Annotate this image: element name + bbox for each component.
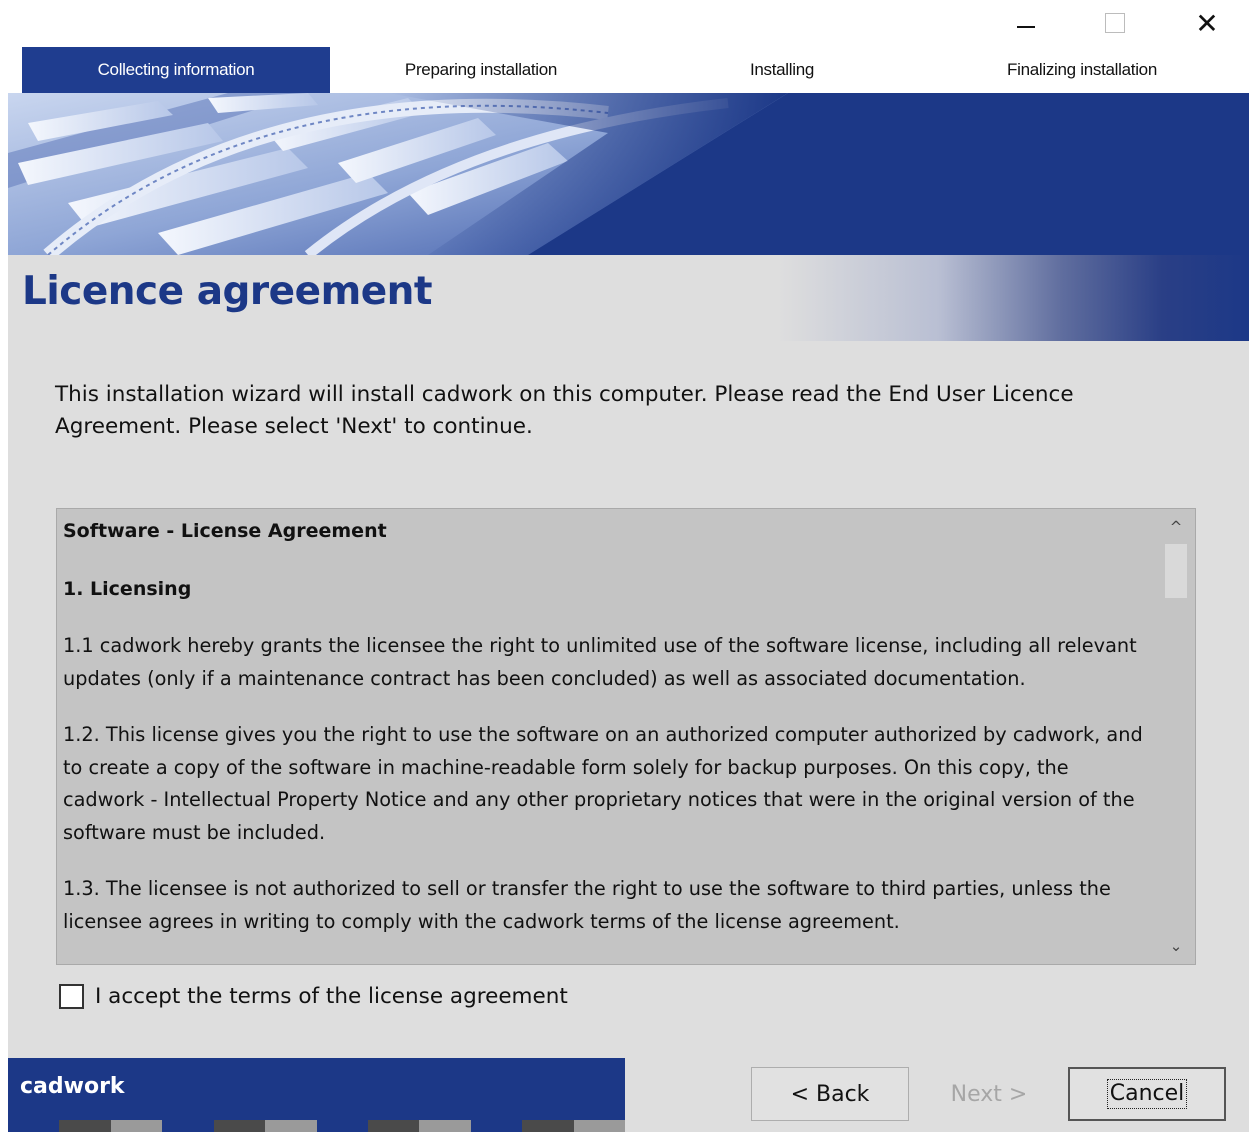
stripe-segment [573,1120,626,1132]
stripe-segment [265,1120,317,1132]
license-heading: Software - License Agreement [63,520,387,542]
license-scrollbar[interactable]: ^ ⌄ [1157,509,1195,964]
license-paragraph: 1.1 cadwork hereby grants the licensee t… [63,634,1137,690]
brand-bar: cadwork [8,1058,625,1120]
stripe-segment [470,1120,523,1132]
maximize-icon [1105,13,1125,33]
next-button[interactable]: Next > [910,1067,1068,1121]
step-installing: Installing [749,60,815,79]
header-banner [8,93,1249,255]
wizard-steps: Collecting information Preparing install… [22,47,1249,93]
stripe-segment [59,1120,111,1132]
page-title: Licence agreement [22,269,433,314]
license-paragraph: 1.2. This license gives you the right to… [63,723,1143,844]
maximize-button[interactable] [1092,0,1138,46]
stripe-segment [316,1120,368,1132]
stripe-segment [8,1120,60,1132]
close-button[interactable]: ✕ [1184,0,1230,46]
back-button[interactable]: < Back [751,1067,909,1121]
cancel-button-label: Cancel [1106,1079,1188,1109]
license-text-box[interactable]: Software - License Agreement 1. Licensin… [56,508,1196,965]
cancel-button[interactable]: Cancel [1068,1067,1226,1121]
minimize-icon [1017,26,1035,28]
step-finalizing-installation: Finalizing installation [1007,60,1157,79]
accept-terms-checkbox[interactable] [59,984,84,1009]
timber-structure-image [8,93,788,255]
close-icon: ✕ [1195,6,1219,40]
minimize-button[interactable] [1003,0,1049,46]
stripe-segment [419,1120,471,1132]
stripe-segment [367,1120,420,1132]
scroll-down-arrow-icon[interactable]: ⌄ [1157,930,1195,962]
brand-stripe [8,1120,626,1132]
accept-terms-row[interactable]: I accept the terms of the license agreem… [59,984,568,1009]
license-paragraph: 1.3. The licensee is not authorized to s… [63,877,1111,933]
intro-text: This installation wizard will install ca… [55,382,1074,439]
main-panel: Licence agreement This installation wiza… [8,255,1249,1132]
brand-logo-text: cadwork [20,1074,125,1099]
title-band: Licence agreement [8,255,1249,341]
accept-terms-label[interactable]: I accept the terms of the license agreem… [95,984,568,1009]
stripe-segment [213,1120,266,1132]
step-collecting-information: Collecting information [22,47,330,93]
scroll-up-arrow-icon[interactable]: ^ [1157,511,1195,543]
license-section-title: 1. Licensing [63,577,192,600]
step-preparing-installation: Preparing installation [404,60,558,79]
scroll-thumb[interactable] [1165,544,1187,598]
license-content: Software - License Agreement 1. Licensin… [57,509,1157,964]
stripe-segment [110,1120,163,1132]
stripe-segment [162,1120,214,1132]
stripe-segment [522,1120,574,1132]
